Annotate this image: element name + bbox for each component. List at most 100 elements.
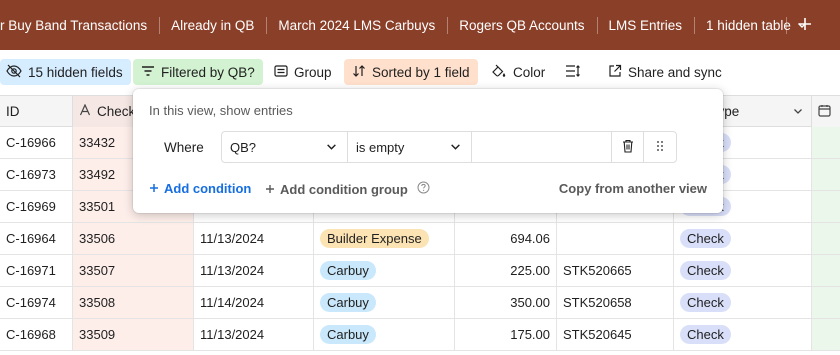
copy-from-another-view-button[interactable]: Copy from another view	[559, 181, 707, 196]
group-button[interactable]: Group	[266, 59, 340, 85]
tab-label: Rogers QB Accounts	[459, 17, 585, 33]
tab-already-in-qb[interactable]: Already in QB	[159, 0, 266, 50]
share-and-sync-button[interactable]: Share and sync	[600, 59, 730, 85]
cell-check[interactable]: 33506	[73, 223, 194, 254]
tab-label: LMS Entries	[608, 17, 683, 33]
tab-label: r Buy Band Transactions	[0, 17, 148, 33]
payment-type-pill: Check	[680, 293, 731, 312]
column-header-date-field[interactable]	[812, 96, 840, 127]
add-table-button[interactable]	[780, 0, 830, 50]
add-condition-group-label: Add condition group	[280, 181, 408, 197]
add-condition-group-button[interactable]: Add condition group	[265, 181, 430, 197]
cell-category[interactable]: Carbuy	[314, 287, 455, 318]
cell-category[interactable]: Carbuy	[314, 255, 455, 286]
cell-id[interactable]: C-16964	[0, 223, 73, 254]
cell-id[interactable]: C-16969	[0, 191, 73, 222]
cell-check[interactable]: 33507	[73, 255, 194, 286]
text-field-icon	[79, 103, 91, 119]
cell-stock[interactable]: STK520665	[557, 255, 674, 286]
cell-amount[interactable]: 350.00	[455, 287, 557, 318]
drag-condition-handle[interactable]	[644, 132, 676, 162]
cell-payment-type[interactable]: Check	[674, 255, 812, 286]
cell-category[interactable]: Builder Expense	[314, 223, 455, 254]
cell-date-field[interactable]	[812, 191, 840, 222]
cell-payment-type[interactable]: Check	[674, 319, 812, 350]
share-label: Share and sync	[628, 64, 722, 80]
cell-check[interactable]: 33508	[73, 287, 194, 318]
cell-date-field[interactable]	[812, 287, 840, 318]
filter-icon	[141, 65, 155, 80]
tab-march-2024-lms-carbuys[interactable]: March 2024 LMS Carbuys	[266, 0, 447, 50]
cell-date[interactable]: 11/13/2024	[194, 223, 314, 254]
color-button[interactable]: Color	[483, 59, 553, 85]
cell-stock[interactable]: STK520645	[557, 319, 674, 350]
add-condition-button[interactable]: Add condition	[149, 181, 251, 196]
column-header-id[interactable]: ID	[0, 96, 73, 127]
sort-button[interactable]: Sorted by 1 field	[344, 59, 478, 85]
cell-date-field[interactable]	[812, 223, 840, 254]
cell-id[interactable]: C-16973	[0, 159, 73, 190]
table-row[interactable]: C-16974 33508 11/14/2024 Carbuy 350.00 S…	[0, 287, 840, 319]
cell-stock[interactable]	[557, 223, 674, 254]
filter-field-select[interactable]: QB?	[222, 132, 348, 162]
category-pill: Carbuy	[320, 261, 376, 280]
cell-amount[interactable]: 694.06	[455, 223, 557, 254]
cell-date[interactable]: 11/13/2024	[194, 255, 314, 286]
chevron-down-icon[interactable]	[793, 104, 803, 119]
cell-payment-type[interactable]: Check	[674, 223, 812, 254]
cell-date-field[interactable]	[812, 127, 840, 158]
category-pill: Carbuy	[320, 325, 376, 344]
color-icon	[491, 64, 507, 81]
group-label: Group	[294, 64, 332, 80]
table-row[interactable]: C-16964 33506 11/13/2024 Builder Expense…	[0, 223, 840, 255]
cell-category[interactable]: Carbuy	[314, 319, 455, 350]
cell-id[interactable]: C-16974	[0, 287, 73, 318]
filter-operator-select[interactable]: is empty	[348, 132, 472, 162]
trash-icon	[622, 139, 634, 156]
cell-date-field[interactable]	[812, 159, 840, 190]
table-row[interactable]: C-16971 33507 11/13/2024 Carbuy 225.00 S…	[0, 255, 840, 287]
filter-field-value: QB?	[230, 139, 257, 155]
cell-amount[interactable]: 225.00	[455, 255, 557, 286]
tab-buy-band-transactions[interactable]: r Buy Band Transactions	[0, 0, 159, 50]
column-header-label: ID	[6, 104, 20, 119]
cell-date-field[interactable]	[812, 319, 840, 350]
cell-date[interactable]: 11/13/2024	[194, 319, 314, 350]
filter-button[interactable]: Filtered by QB?	[133, 59, 263, 85]
category-pill: Carbuy	[320, 293, 376, 312]
hidden-fields-label: 15 hidden fields	[28, 64, 123, 80]
hidden-fields-button[interactable]: 15 hidden fields	[0, 59, 131, 85]
cell-payment-type[interactable]: Check	[674, 287, 812, 318]
table-row[interactable]: C-16968 33509 11/13/2024 Carbuy 175.00 S…	[0, 319, 840, 351]
cell-date[interactable]: 11/14/2024	[194, 287, 314, 318]
delete-condition-button[interactable]	[612, 132, 644, 162]
tab-label: Already in QB	[171, 17, 255, 33]
filter-popover: In this view, show entries Where QB? is …	[133, 89, 723, 213]
plus-icon	[149, 181, 159, 196]
group-icon	[274, 64, 288, 80]
cell-date-field[interactable]	[812, 255, 840, 286]
filter-operator-value: is empty	[356, 139, 405, 155]
plus-icon	[265, 182, 275, 197]
sort-icon	[352, 64, 366, 81]
cell-amount[interactable]: 175.00	[455, 319, 557, 350]
tab-label: March 2024 LMS Carbuys	[278, 17, 436, 33]
cell-id[interactable]: C-16971	[0, 255, 73, 286]
cell-id[interactable]: C-16966	[0, 127, 73, 158]
tab-rogers-qb-accounts[interactable]: Rogers QB Accounts	[447, 0, 596, 50]
help-icon[interactable]	[417, 181, 430, 197]
filter-value-input[interactable]	[472, 132, 612, 162]
cell-stock[interactable]: STK520658	[557, 287, 674, 318]
filter-where-label: Where	[164, 140, 204, 155]
plus-icon	[798, 17, 812, 34]
color-label: Color	[513, 64, 546, 80]
cell-check[interactable]: 33509	[73, 319, 194, 350]
row-height-button[interactable]	[557, 59, 589, 85]
chevron-down-icon	[326, 140, 337, 155]
cell-id[interactable]: C-16968	[0, 319, 73, 350]
payment-type-pill: Check	[680, 325, 731, 344]
payment-type-pill: Check	[680, 261, 731, 280]
tab-lms-entries[interactable]: LMS Entries	[596, 0, 695, 50]
drag-handle-icon	[656, 140, 664, 155]
sort-label: Sorted by 1 field	[372, 64, 470, 80]
